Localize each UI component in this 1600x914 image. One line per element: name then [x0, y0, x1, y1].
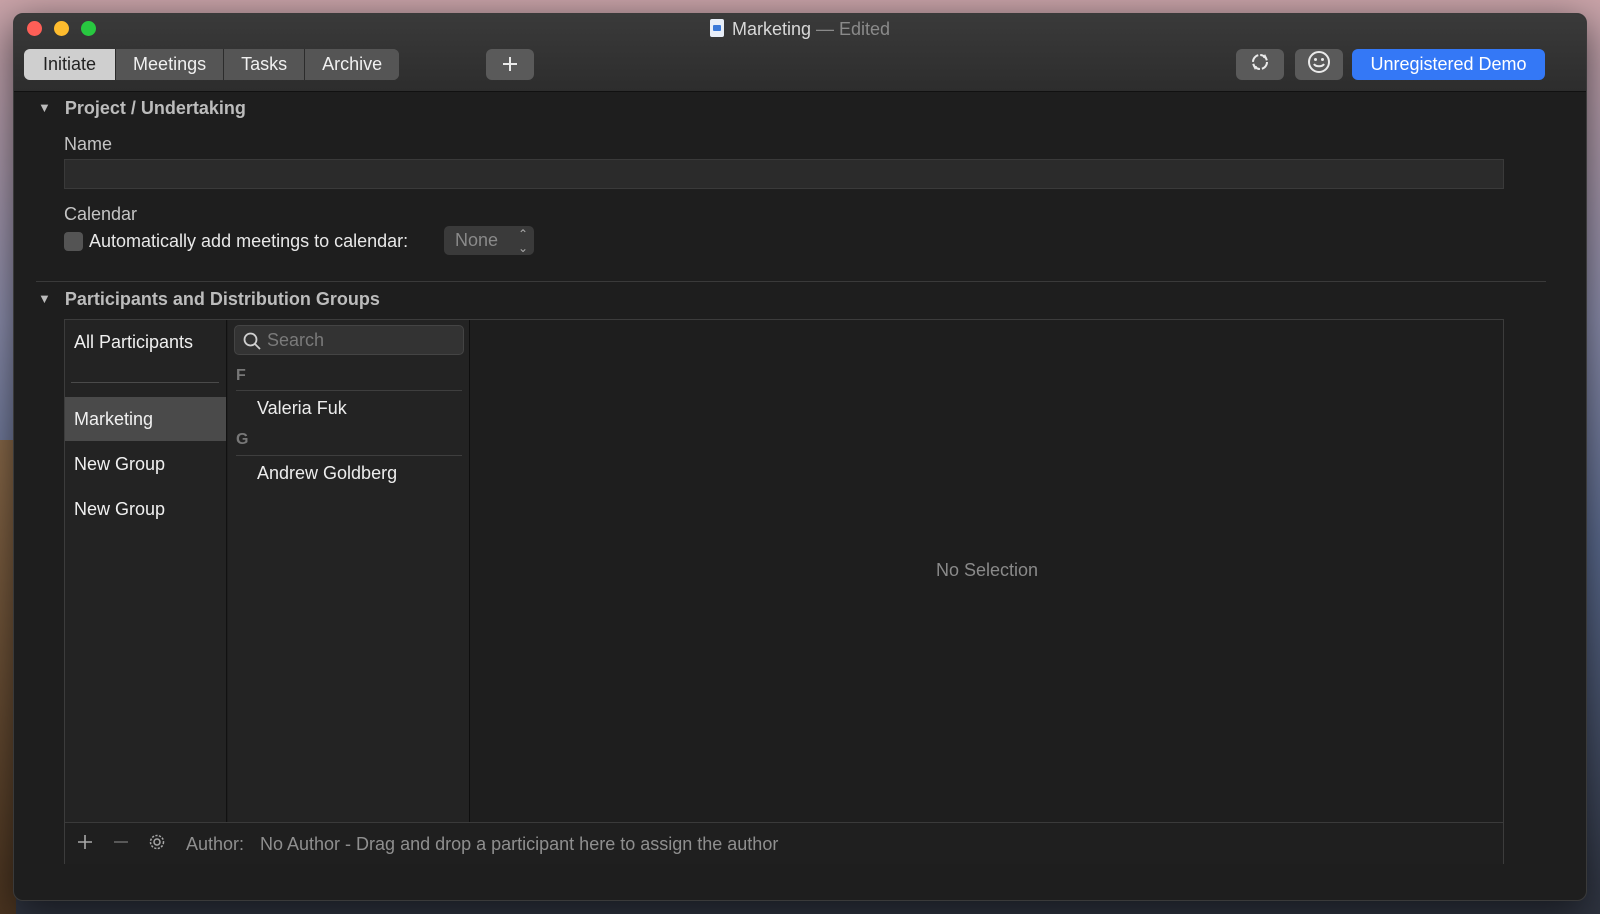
sync-button[interactable]	[1236, 49, 1284, 80]
tab-tasks[interactable]: Tasks	[224, 49, 306, 80]
participant-detail: No Selection	[471, 320, 1503, 822]
disclosure-triangle-icon[interactable]: ▼	[38, 100, 51, 115]
smiley-icon	[1307, 50, 1331, 79]
project-section-title: Project / Undertaking	[64, 98, 246, 118]
plus-icon[interactable]	[75, 832, 95, 856]
app-window: Marketing — Edited Initiate Meetings Tas…	[13, 13, 1587, 901]
auto-add-calendar-label: Automatically add meetings to calendar:	[89, 231, 409, 251]
tab-archive[interactable]: Archive	[305, 49, 400, 80]
participant-andrew-goldberg[interactable]: Andrew Goldberg	[257, 463, 397, 484]
no-selection-label: No Selection	[935, 560, 1039, 580]
chevron-updown-icon: ⌃ ⌄	[517, 227, 528, 255]
disclosure-triangle-icon[interactable]: ▼	[38, 291, 51, 306]
groups-separator	[71, 382, 219, 383]
plus-icon	[501, 49, 519, 80]
calendar-label: Calendar	[64, 204, 138, 224]
section-separator	[236, 455, 462, 456]
unregistered-demo-button[interactable]: Unregistered Demo	[1352, 49, 1545, 80]
feedback-button[interactable]	[1295, 49, 1343, 80]
project-section-header[interactable]: ▼ Project / Undertaking	[38, 98, 246, 119]
section-letter: F	[236, 367, 246, 384]
author-label: Author:	[186, 834, 245, 854]
document-icon	[709, 19, 724, 37]
participants-list: Search F Valeria Fuk G Andrew Goldberg	[228, 320, 470, 822]
group-item-new-group-2[interactable]: New Group	[65, 487, 226, 531]
project-name-field[interactable]	[64, 159, 1504, 189]
group-item-marketing[interactable]: Marketing	[65, 397, 226, 441]
sync-icon	[1249, 51, 1271, 78]
group-item-all-participants[interactable]: All Participants	[65, 320, 226, 364]
name-label: Name	[64, 134, 113, 154]
titlebar: Marketing — Edited Initiate Meetings Tas…	[14, 14, 1586, 92]
edited-indicator: — Edited	[816, 19, 891, 39]
groups-list: All Participants Marketing New Group New…	[65, 320, 227, 822]
section-divider	[36, 281, 1546, 282]
search-input[interactable]: Search	[234, 325, 464, 355]
calendar-select[interactable]: None ⌃ ⌄	[444, 226, 534, 255]
view-tabs: Initiate Meetings Tasks Archive	[24, 49, 400, 80]
gear-icon[interactable]	[147, 832, 167, 856]
auto-add-calendar-checkbox[interactable]	[64, 232, 83, 251]
add-button[interactable]	[486, 49, 534, 80]
author-drop-target[interactable]: No Author - Drag and drop a participant …	[260, 834, 778, 855]
participant-valeria-fuk[interactable]: Valeria Fuk	[257, 398, 347, 419]
participants-panel: All Participants Marketing New Group New…	[64, 319, 1504, 864]
tab-initiate[interactable]: Initiate	[24, 49, 117, 80]
calendar-select-value: None	[455, 230, 499, 250]
section-separator	[236, 390, 462, 391]
window-title: Marketing — Edited	[14, 19, 1586, 40]
window-title-text: Marketing	[731, 19, 811, 39]
participants-section-title: Participants and Distribution Groups	[64, 289, 380, 309]
tab-meetings[interactable]: Meetings	[116, 49, 225, 80]
search-placeholder: Search	[267, 330, 325, 350]
section-letter: G	[236, 431, 249, 448]
group-item-new-group[interactable]: New Group	[65, 442, 226, 486]
participants-bottom-bar: Author: No Author - Drag and drop a part…	[65, 822, 1503, 864]
participants-section-header[interactable]: ▼ Participants and Distribution Groups	[38, 289, 380, 310]
search-icon	[243, 332, 261, 355]
minus-icon[interactable]	[111, 832, 131, 856]
